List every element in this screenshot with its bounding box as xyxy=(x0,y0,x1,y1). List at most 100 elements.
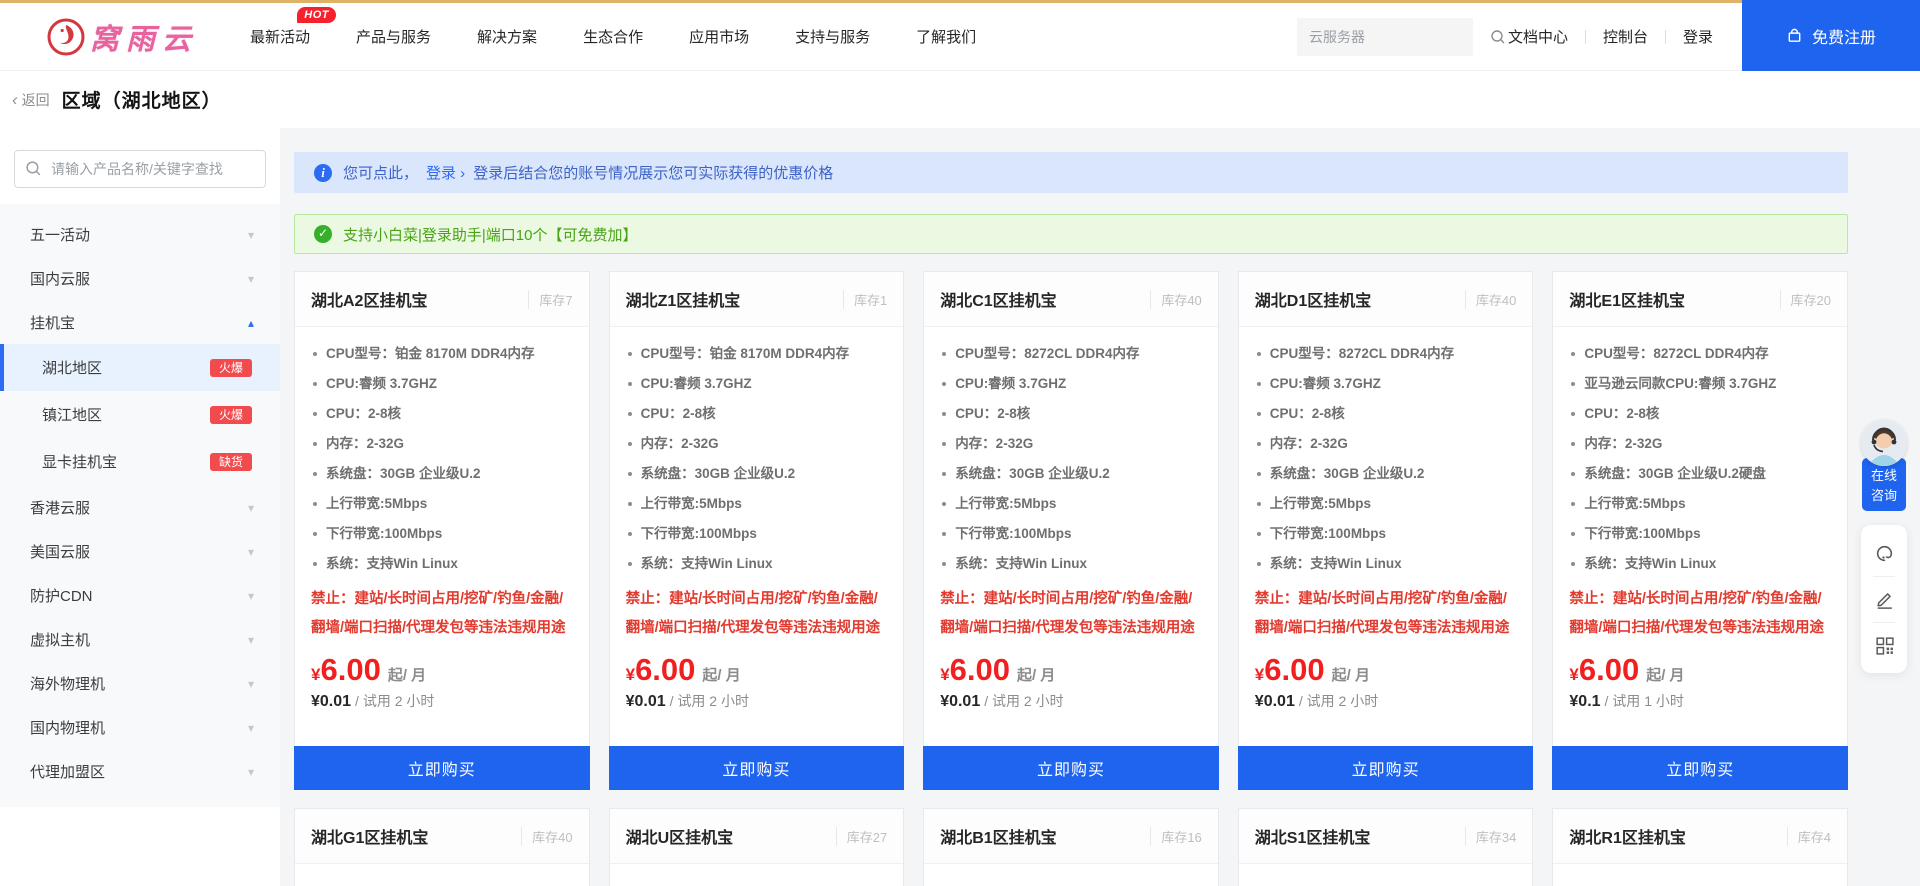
product-card: 湖北C1区挂机宝 库存40 CPU型号：8272CL DDR4内存CPU:睿频 … xyxy=(923,271,1219,790)
price-suffix: 起/ 月 xyxy=(1646,664,1684,685)
buy-now-button[interactable]: 立即购买 xyxy=(609,746,905,790)
nav-item-products[interactable]: 产品与服务 xyxy=(356,26,431,47)
check-circle-icon xyxy=(314,225,332,243)
sidebar-group[interactable]: 国内云服 xyxy=(0,256,280,300)
spec-item: 系统盘：30GB 企业级U.2 xyxy=(940,459,1202,489)
spec-item: 系统盘：30GB 企业级U.2硬盘 xyxy=(1569,459,1831,489)
buy-now-button[interactable]: 立即购买 xyxy=(294,746,590,790)
login-banner-link[interactable]: 登录 › xyxy=(426,162,465,183)
header: 窝雨云 最新活动 HOT 产品与服务 解决方案 生态合作 应用市场 支持与服务 … xyxy=(0,3,1920,71)
back-button[interactable]: 返回 xyxy=(12,90,50,110)
nav-item-solutions[interactable]: 解决方案 xyxy=(477,26,537,47)
sidebar-group-label: 国内云服 xyxy=(30,268,90,289)
price: ¥ 6.00 起/ 月 xyxy=(940,652,1202,688)
chevron-down-icon xyxy=(248,631,254,648)
price-currency: ¥ xyxy=(1569,665,1578,685)
price-suffix: 起/ 月 xyxy=(388,664,426,685)
register-button[interactable]: 免费注册 xyxy=(1742,0,1920,71)
sidebar-group[interactable]: 五一活动 xyxy=(0,212,280,256)
sidebar-group-label: 香港云服 xyxy=(30,497,90,518)
search-icon xyxy=(25,160,42,177)
price-suffix: 起/ 月 xyxy=(1017,664,1055,685)
sidebar-group[interactable]: 国内物理机 xyxy=(0,705,280,749)
logo-text: 窝雨云 xyxy=(90,16,198,58)
sidebar-item-gpu-guajibao[interactable]: 显卡挂机宝 缺货 xyxy=(0,438,280,485)
chevron-down-icon xyxy=(248,270,254,287)
sidebar: 五一活动 国内云服 挂机宝 湖北地区 火爆 xyxy=(0,128,280,886)
spec-item: 下行带宽:100Mbps xyxy=(626,519,888,549)
price-currency: ¥ xyxy=(940,665,949,685)
buy-now-button[interactable]: 立即购买 xyxy=(1238,746,1534,790)
feedback-button[interactable] xyxy=(1861,576,1907,622)
product-card: 湖北R1区挂机宝 库存4 xyxy=(1552,808,1848,886)
nav-item-ecosystem[interactable]: 生态合作 xyxy=(583,26,643,47)
sidebar-group-guajibao[interactable]: 挂机宝 xyxy=(0,300,280,344)
price-value: 6.00 xyxy=(1264,652,1324,688)
trial-price: ¥0.01 xyxy=(626,693,666,710)
header-search-input[interactable] xyxy=(1309,29,1490,45)
buy-now-button[interactable]: 立即购买 xyxy=(1552,746,1848,790)
logo[interactable]: 窝雨云 xyxy=(46,16,198,58)
price: ¥ 6.00 起/ 月 xyxy=(1255,652,1517,688)
trial-price-row: ¥0.01/ 试用 2 小时 xyxy=(1255,691,1517,711)
nav-item-about[interactable]: 了解我们 xyxy=(916,26,976,47)
sidebar-search-input[interactable] xyxy=(14,150,266,188)
docs-link[interactable]: 文档中心 xyxy=(1491,26,1585,47)
card-header: 湖北G1区挂机宝 库存40 xyxy=(295,809,589,864)
agent-avatar-image xyxy=(1861,420,1907,466)
spec-item: 系统：支持Win Linux xyxy=(940,549,1202,579)
price-value: 6.00 xyxy=(1579,652,1639,688)
hot-badge: HOT xyxy=(297,7,336,23)
nav-item-support[interactable]: 支持与服务 xyxy=(795,26,870,47)
spec-item: 系统：支持Win Linux xyxy=(1255,549,1517,579)
spec-item: 亚马逊云同款CPU:睿频 3.7GHZ xyxy=(1569,369,1831,399)
info-text: 您可点此， xyxy=(343,162,418,183)
feature-banner: 支持小白菜|登录助手|端口10个【可免费加】 xyxy=(294,214,1848,254)
stock-badge: 库存4 xyxy=(1787,827,1831,846)
nav-item-activities[interactable]: 最新活动 HOT xyxy=(250,26,310,47)
spec-item: 系统：支持Win Linux xyxy=(626,549,888,579)
spec-item: 系统：支持Win Linux xyxy=(1569,549,1831,579)
buy-now-button[interactable]: 立即购买 xyxy=(923,746,1219,790)
spec-item: 下行带宽:100Mbps xyxy=(1255,519,1517,549)
chevron-down-icon xyxy=(248,763,254,780)
console-link[interactable]: 控制台 xyxy=(1586,26,1665,47)
sidebar-search[interactable] xyxy=(14,150,266,188)
floating-contact-widget: 在线咨询 xyxy=(1858,420,1910,673)
card-header: 湖北D1区挂机宝 库存40 xyxy=(1239,272,1533,327)
header-search[interactable] xyxy=(1297,18,1473,56)
header-links: 文档中心 控制台 登录 xyxy=(1491,26,1730,47)
login-link[interactable]: 登录 xyxy=(1666,26,1730,47)
info-text: 登录后结合您的账号情况展示您可实际获得的优惠价格 xyxy=(473,162,833,183)
price: ¥ 6.00 起/ 月 xyxy=(1569,652,1831,688)
sidebar-item-zhenjiang[interactable]: 镇江地区 火爆 xyxy=(0,391,280,438)
trial-note: / 试用 2 小时 xyxy=(1299,693,1378,709)
trial-note: / 试用 2 小时 xyxy=(670,693,749,709)
sidebar-group[interactable]: 香港云服 xyxy=(0,485,280,529)
customer-service-icon xyxy=(1874,543,1895,564)
nav-item-marketplace[interactable]: 应用市场 xyxy=(689,26,749,47)
customer-service-button[interactable] xyxy=(1861,530,1907,576)
feature-text: 支持小白菜|登录助手|端口10个【可免费加】 xyxy=(343,224,637,245)
spec-item: 系统盘：30GB 企业级U.2 xyxy=(311,459,573,489)
sidebar-group[interactable]: 虚拟主机 xyxy=(0,617,280,661)
chevron-down-icon xyxy=(248,543,254,560)
product-card: 湖北B1区挂机宝 库存16 xyxy=(923,808,1219,886)
sidebar-group-label: 挂机宝 xyxy=(30,312,75,333)
card-title: 湖北B1区挂机宝 xyxy=(940,824,1056,848)
qrcode-button[interactable] xyxy=(1861,622,1907,668)
forbidden-usage-note: 禁止：建站/长时间占用/挖矿/钓鱼/金融/翻墙/端口扫描/代理发包等违法违规用途 xyxy=(311,585,573,643)
sidebar-group[interactable]: 美国云服 xyxy=(0,529,280,573)
main-nav: 最新活动 HOT 产品与服务 解决方案 生态合作 应用市场 支持与服务 了解我们 xyxy=(250,26,976,47)
product-grid: 湖北A2区挂机宝 库存7 CPU型号：铂金 8170M DDR4内存CPU:睿频… xyxy=(294,271,1848,790)
spec-item: 内存：2-32G xyxy=(940,429,1202,459)
trial-price-row: ¥0.01/ 试用 2 小时 xyxy=(940,691,1202,711)
sidebar-item-hubei[interactable]: 湖北地区 火爆 xyxy=(0,344,280,391)
sidebar-group[interactable]: 海外物理机 xyxy=(0,661,280,705)
breadcrumb: 返回 区域（湖北地区） xyxy=(0,71,1920,128)
sidebar-group[interactable]: 防护CDN xyxy=(0,573,280,617)
support-agent-avatar[interactable] xyxy=(1861,420,1907,466)
price: ¥ 6.00 起/ 月 xyxy=(626,652,888,688)
spec-item: 内存：2-32G xyxy=(626,429,888,459)
sidebar-group[interactable]: 代理加盟区 xyxy=(0,749,280,793)
